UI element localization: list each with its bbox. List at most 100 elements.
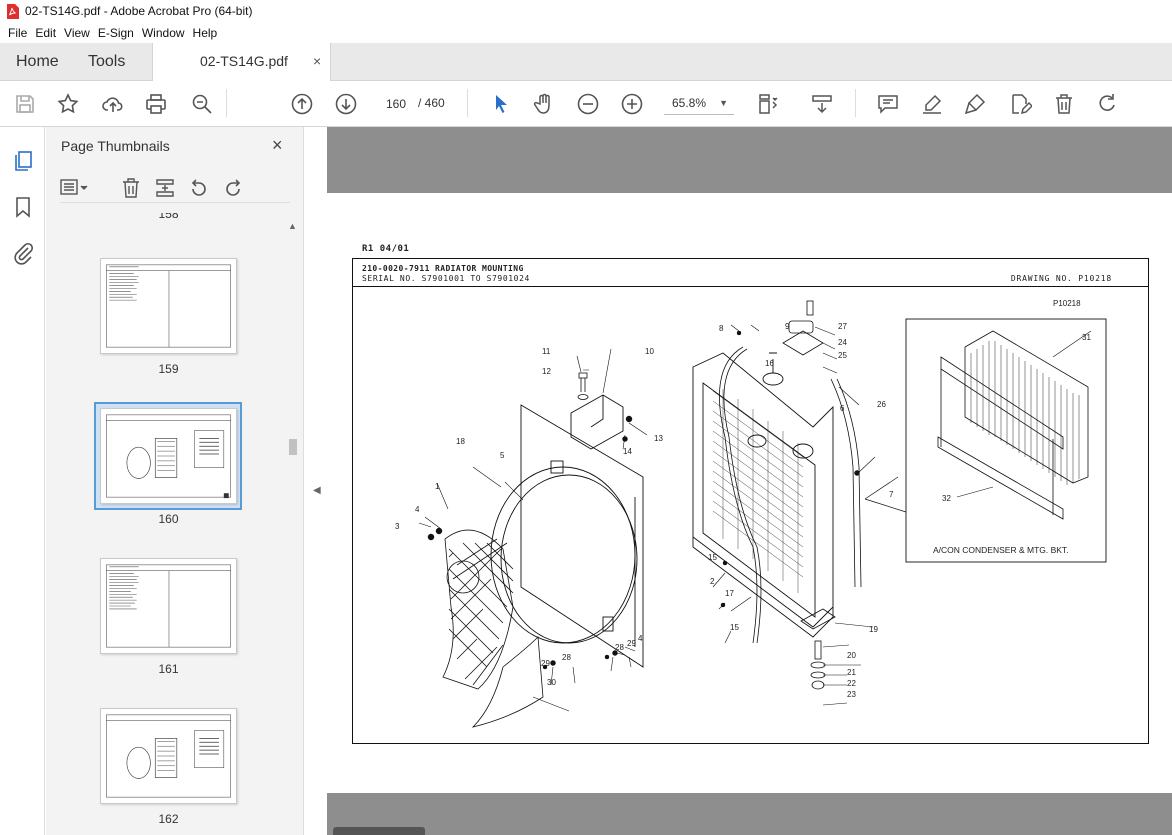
callout-label: 5 xyxy=(500,451,505,460)
thumbnail-label: 162 xyxy=(158,812,179,826)
zoom-out-icon[interactable] xyxy=(576,92,600,116)
save-icon[interactable] xyxy=(13,92,37,116)
title-bar: 02-TS14G.pdf - Adobe Acrobat Pro (64-bit… xyxy=(0,0,1172,22)
callout-label: 14 xyxy=(623,447,632,456)
page-up-icon[interactable] xyxy=(290,92,314,116)
menu-file[interactable]: File xyxy=(4,26,31,40)
menu-esign[interactable]: E-Sign xyxy=(94,26,138,40)
comment-icon[interactable] xyxy=(876,92,900,116)
acrobat-logo-icon xyxy=(7,3,19,19)
callout-label: 3 xyxy=(395,522,400,531)
menu-view[interactable]: View xyxy=(60,26,94,40)
callout-label: 9 xyxy=(785,322,790,331)
redo-rotate-icon[interactable] xyxy=(1096,92,1120,116)
zoom-search-icon[interactable] xyxy=(190,92,214,116)
callout-label: 13 xyxy=(654,434,663,443)
menu-help[interactable]: Help xyxy=(189,26,222,40)
attachment-icon[interactable] xyxy=(11,241,35,265)
callout-label: 29 xyxy=(627,639,636,648)
thumbnail-label: 160 xyxy=(158,512,179,526)
bookmark-star-icon[interactable] xyxy=(56,92,80,116)
callout-label: 21 xyxy=(847,668,856,677)
chevron-down-icon: ▼ xyxy=(719,98,728,108)
callout-label: 30 xyxy=(547,678,556,687)
tab-home[interactable]: Home xyxy=(16,43,59,80)
thumbnail-page[interactable] xyxy=(100,558,237,654)
menu-window[interactable]: Window xyxy=(138,26,189,40)
callout-label: 29 xyxy=(541,659,550,668)
upload-cloud-icon[interactable] xyxy=(101,92,125,116)
sign-pen-icon[interactable] xyxy=(963,92,987,116)
tab-close-icon[interactable]: × xyxy=(313,43,321,80)
page-thumbnails-icon[interactable] xyxy=(11,149,35,173)
page-down-icon[interactable] xyxy=(334,92,358,116)
hand-tool-icon[interactable] xyxy=(532,92,556,116)
extract-page-icon[interactable] xyxy=(154,177,176,199)
callout-label: 1 xyxy=(435,482,440,491)
callout-label: 32 xyxy=(942,494,951,503)
zoom-level-select[interactable]: 65.8% ▼ xyxy=(664,91,734,115)
thumbnail-page[interactable] xyxy=(100,258,237,354)
menu-edit[interactable]: Edit xyxy=(31,26,60,40)
zoom-level-value: 65.8% xyxy=(672,96,707,110)
callout-label: 4 xyxy=(415,505,420,514)
thumbnail-label: 158 xyxy=(158,213,179,221)
mount-stack xyxy=(800,608,836,690)
callout-label: 19 xyxy=(869,625,878,634)
options-menu-icon[interactable] xyxy=(60,177,88,199)
thumbnail-preview xyxy=(106,714,231,798)
callout-label: 24 xyxy=(838,338,847,347)
callout-label: 6 xyxy=(840,404,845,413)
thumbnail-preview xyxy=(106,564,231,648)
callout-label: 25 xyxy=(838,351,847,360)
drawing-title: 210-0020-7911 RADIATOR MOUNTING xyxy=(362,264,524,273)
callout-label: 20 xyxy=(847,651,856,660)
zoom-in-icon[interactable] xyxy=(620,92,644,116)
rotate-left-icon[interactable] xyxy=(188,177,210,199)
menu-bar: File Edit View E-Sign Window Help xyxy=(0,22,1172,43)
rotate-right-icon[interactable] xyxy=(222,177,244,199)
document-viewer[interactable]: R1 04/01 210-0020-7911 RADIATOR MOUNTING… xyxy=(327,127,1172,835)
page-number-input[interactable]: 160 xyxy=(378,91,414,115)
thumbnails-scrollbar[interactable]: ▲ xyxy=(286,219,300,835)
panel-splitter[interactable]: ◀ xyxy=(303,127,327,835)
callout-label: 17 xyxy=(725,589,734,598)
fan-guard xyxy=(442,529,514,690)
tab-document-label: 02-TS14G.pdf xyxy=(200,53,288,69)
callout-label: 22 xyxy=(847,679,856,688)
print-icon[interactable] xyxy=(144,92,168,116)
page-fit-icon[interactable] xyxy=(756,92,780,116)
thumbnails-list[interactable]: 158 159 160 161 162 xyxy=(46,209,286,835)
edit-pdf-icon[interactable] xyxy=(1008,92,1034,116)
highlight-pen-icon[interactable] xyxy=(920,92,944,116)
callout-label: 7 xyxy=(889,490,894,499)
radiator-core xyxy=(692,352,834,638)
page-nav-overlay[interactable] xyxy=(333,827,425,835)
inset-caption: A/CON CONDENSER & MTG. BKT. xyxy=(933,545,1069,555)
fan-shroud xyxy=(490,404,644,668)
callout-label: 15 xyxy=(730,623,739,632)
toolbar-divider xyxy=(467,89,468,117)
bookmark-icon[interactable] xyxy=(11,195,35,219)
callout-label: 26 xyxy=(877,400,886,409)
thumbnail-preview xyxy=(106,414,231,499)
select-cursor-icon[interactable] xyxy=(489,92,513,116)
thumbnail-label: 161 xyxy=(158,662,179,676)
chevron-up-icon[interactable]: ▲ xyxy=(288,221,297,231)
callout-label: 27 xyxy=(838,322,847,331)
collapse-panel-icon[interactable]: ◀ xyxy=(313,485,321,496)
thumbnail-page[interactable] xyxy=(100,708,237,804)
trash-icon[interactable] xyxy=(1052,92,1076,116)
tab-tools[interactable]: Tools xyxy=(88,43,125,80)
scrollbar-thumb[interactable] xyxy=(289,439,297,455)
tab-bar: Home Tools 02-TS14G.pdf × xyxy=(0,43,1172,81)
callout-label: 10 xyxy=(645,347,654,356)
thumbnail-page-selected[interactable] xyxy=(100,408,237,504)
inset-frame xyxy=(905,318,1107,563)
tab-document[interactable]: 02-TS14G.pdf × xyxy=(152,43,331,81)
condenser xyxy=(937,330,1089,520)
delete-page-icon[interactable] xyxy=(120,177,142,199)
close-icon[interactable]: × xyxy=(272,135,283,156)
toolbar-divider xyxy=(226,89,227,117)
scroll-mode-icon[interactable] xyxy=(810,92,834,116)
